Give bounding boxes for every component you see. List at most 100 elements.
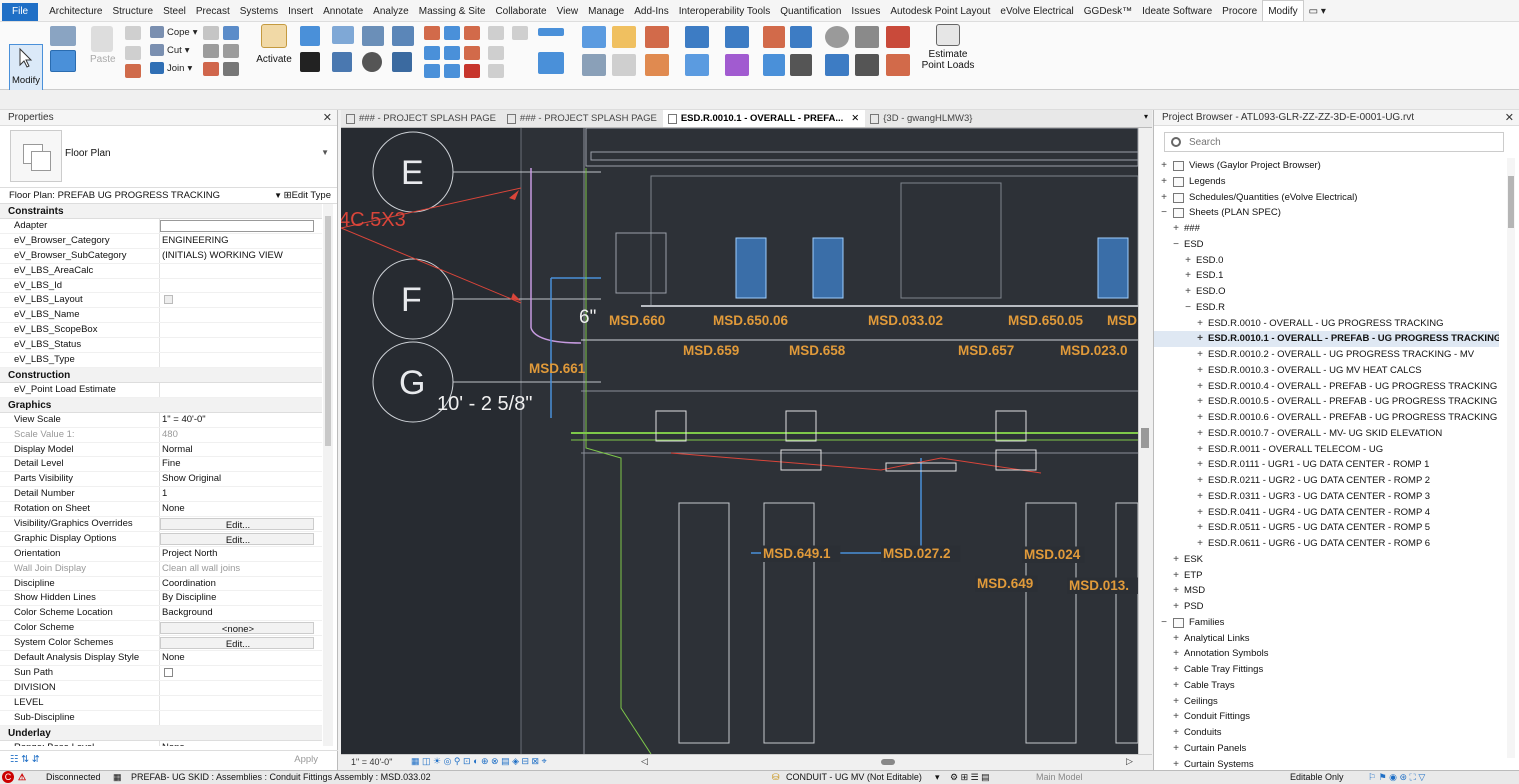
browser-tree-item[interactable]: + MSD [1154,583,1499,599]
browser-tree-item[interactable]: + PSD [1154,599,1499,615]
model-selector[interactable]: Main Model [1036,772,1083,782]
expand-icon[interactable]: + [1171,599,1181,615]
autodesk-icon[interactable]: C [2,771,14,783]
property-value[interactable]: By Discipline [160,591,322,605]
equipment-tag[interactable]: MSD.657 [958,343,1014,358]
type-selector[interactable]: Floor Plan ▼ [0,126,337,188]
menu-tab-massing-site[interactable]: Massing & Site [414,1,491,21]
eV-tool-icon-5[interactable] [763,26,785,48]
property-row[interactable]: Detail Number 1 [0,487,322,503]
pin-icon[interactable] [444,46,460,60]
equipment-tag[interactable]: MSD.650.06 [713,313,789,328]
property-value[interactable] [160,383,322,397]
drawing-canvas[interactable]: E F G 4C.5X3 6" 10' - 2 5/8" MSD.660 MSD.650.06… [341,128,1138,754]
geometry-tool-icon[interactable] [203,26,219,40]
equipment-tag[interactable]: MSD.023.0 [1060,343,1128,358]
browser-tree-item[interactable]: + Ceilings [1154,694,1499,710]
create-icon[interactable] [582,26,606,48]
expand-icon[interactable]: + [1171,631,1181,647]
menu-tab-steel[interactable]: Steel [158,1,191,21]
eV-tool-icon-8[interactable] [790,54,812,76]
equipment-tag[interactable]: MSD.650.05 [1008,313,1084,328]
close-icon[interactable]: ✕ [1505,110,1514,126]
property-row[interactable]: eV_LBS_Status [0,338,322,354]
browser-search-input[interactable] [1189,135,1489,149]
property-row[interactable]: View Scale 1" = 40'-0" [0,412,322,428]
expand-icon[interactable]: + [1183,268,1193,284]
apply-button[interactable]: Apply [294,754,318,765]
expand-icon[interactable]: + [1195,426,1205,442]
expand-icon[interactable]: + [1171,709,1181,725]
browser-tree-item[interactable]: + ESD.R.0111 - UGR1 - UG DATA CENTER - RO… [1154,457,1499,473]
property-value[interactable]: Project North [160,547,322,561]
property-value[interactable] [160,338,322,352]
scroll-left-icon[interactable]: ◁ [641,756,648,767]
property-value[interactable] [160,293,322,307]
expand-icon[interactable]: + [1195,473,1205,489]
browser-tree-item[interactable]: + ESD.R.0511 - UGR5 - UG DATA CENTER - RO… [1154,520,1499,536]
extend-icon[interactable] [444,64,460,78]
expand-icon[interactable]: + [1195,489,1205,505]
browser-tree-item[interactable]: + ESD.R.0011 - OVERALL TELECOM - UG [1154,442,1499,458]
browser-tree-item[interactable]: + ESD.0 [1154,253,1499,269]
browser-tree-item[interactable]: − ESD [1154,237,1499,253]
category-underlay[interactable]: Underlay [0,725,322,741]
eV-tool-icon-4[interactable] [725,54,749,76]
property-value[interactable] [160,279,322,293]
property-row[interactable]: Discipline Coordination [0,576,322,592]
browser-tree-item[interactable]: + ESD.1 [1154,268,1499,284]
expand-icon[interactable]: + [1195,316,1205,332]
delete-icon[interactable] [464,64,480,78]
expand-icon[interactable]: + [1159,158,1169,174]
menu-tab-add-ins[interactable]: Add-Ins [629,1,673,21]
expand-icon[interactable]: + [1171,552,1181,568]
ggdesk-tool-icon-4[interactable] [855,54,879,76]
browser-tree-item[interactable]: + Conduit Fittings [1154,709,1499,725]
property-row[interactable]: Rotation on Sheet None [0,502,322,518]
browser-tree-item[interactable]: + Annotation Symbols [1154,646,1499,662]
properties-help-icon[interactable]: ☷ ⇅ ⇵ [10,754,40,765]
expand-icon[interactable]: + [1195,394,1205,410]
move-icon[interactable] [300,52,320,72]
property-row[interactable]: Sun Path [0,665,322,681]
unpin-icon[interactable] [464,46,480,60]
collapse-icon[interactable]: − [1183,300,1193,316]
properties-scrollbar[interactable] [323,204,333,746]
browser-tree-item[interactable]: + ### [1154,221,1499,237]
expand-icon[interactable]: + [1195,442,1205,458]
edit-type-button[interactable]: ⊞Edit Type [284,188,331,204]
property-row[interactable]: Default Analysis Display Style None [0,651,322,666]
type-properties-icon[interactable] [50,50,76,72]
void-icon[interactable] [645,26,669,48]
property-row[interactable]: Detail Level Fine [0,457,322,473]
browser-tree-item[interactable]: + ESD.R.0010.3 - OVERALL - UG MV HEAT CAL… [1154,363,1499,379]
expand-icon[interactable]: + [1171,741,1181,757]
menu-tab-ideate-software[interactable]: Ideate Software [1137,1,1217,21]
collapse-icon[interactable]: − [1159,615,1169,631]
create-icon-4[interactable] [612,54,636,76]
browser-tree-item[interactable]: + Curtain Systems [1154,757,1499,771]
property-row[interactable]: eV_LBS_Id [0,278,322,294]
browser-tree-item[interactable]: + ESK [1154,552,1499,568]
property-row[interactable]: Display Model Normal [0,442,322,458]
property-row[interactable]: LEVEL [0,695,322,711]
array-icon[interactable] [464,26,480,40]
property-value[interactable]: 480 [160,428,322,442]
browser-tree-item[interactable]: + ESD.R.0010 - OVERALL - UG PROGRESS TRAC… [1154,316,1499,332]
menu-tab-view[interactable]: View [552,1,584,21]
equipment-tag[interactable]: MSD.658 [789,343,846,358]
browser-tree-item[interactable]: + Curtain Panels [1154,741,1499,757]
property-value[interactable]: Fine [160,457,322,471]
view-scale-label[interactable]: 1" = 40'-0" [351,757,392,767]
equipment-tag[interactable]: MSD.649 [977,576,1033,591]
property-value[interactable]: None [160,502,322,516]
menu-tab-interoperability-tools[interactable]: Interoperability Tools [674,1,776,21]
expand-icon[interactable]: + [1195,331,1205,347]
chevron-down-icon[interactable]: ▼ [274,188,282,204]
collapse-icon[interactable]: − [1171,237,1181,253]
expand-icon[interactable]: + [1195,363,1205,379]
eV-tool-icon-6[interactable] [763,54,785,76]
property-row[interactable]: eV_LBS_Type [0,353,322,368]
menu-tab-manage[interactable]: Manage [583,1,629,21]
property-edit-button[interactable]: Edit... [160,518,314,530]
